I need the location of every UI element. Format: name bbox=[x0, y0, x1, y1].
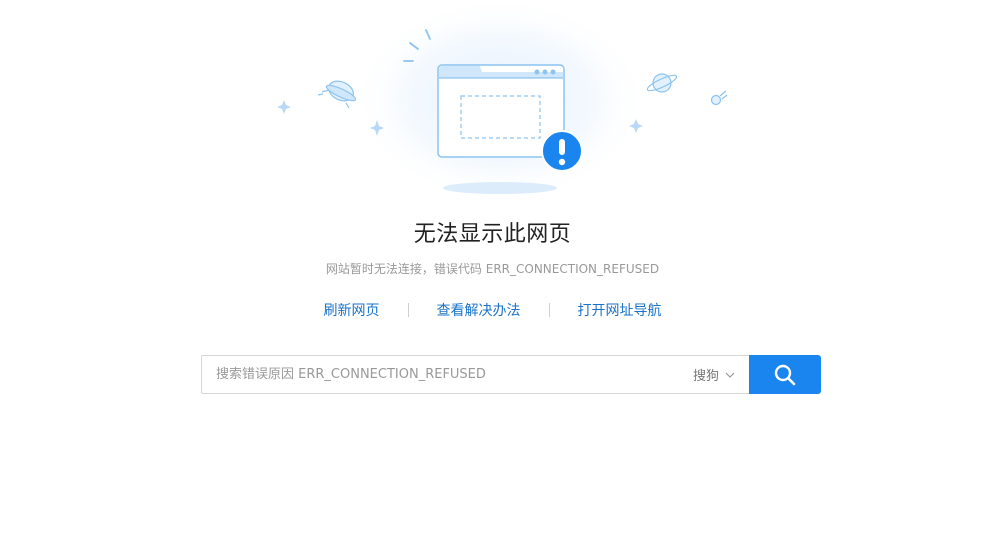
comet-icon bbox=[710, 90, 728, 106]
alert-icon bbox=[541, 130, 583, 172]
refresh-link[interactable]: 刷新网页 bbox=[324, 300, 380, 320]
error-page: 无法显示此网页 网站暂时无法连接，错误代码 ERR_CONNECTION_REF… bbox=[0, 0, 985, 544]
error-illustration bbox=[277, 0, 728, 200]
search-icon bbox=[774, 364, 796, 385]
search-engine-select[interactable]: 搜狗 bbox=[693, 365, 749, 384]
search-button[interactable] bbox=[749, 355, 821, 394]
shadow-ellipse bbox=[443, 182, 557, 194]
planet-icon bbox=[646, 73, 678, 93]
search-bar: 搜狗 bbox=[201, 355, 821, 394]
chevron-down-icon bbox=[725, 372, 735, 378]
search-engine-label: 搜狗 bbox=[692, 369, 719, 384]
divider bbox=[407, 303, 409, 317]
divider bbox=[548, 303, 550, 317]
open-navigation-link[interactable]: 打开网址导航 bbox=[578, 300, 662, 320]
search-input[interactable] bbox=[202, 357, 693, 392]
view-solutions-link[interactable]: 查看解决办法 bbox=[437, 300, 521, 320]
action-links: 刷新网页 查看解决办法 打开网址导航 bbox=[0, 300, 985, 320]
search-box: 搜狗 bbox=[201, 355, 749, 394]
error-message: 网站暂时无法连接，错误代码 ERR_CONNECTION_REFUSED bbox=[325, 262, 660, 276]
error-title: 无法显示此网页 bbox=[413, 222, 572, 247]
